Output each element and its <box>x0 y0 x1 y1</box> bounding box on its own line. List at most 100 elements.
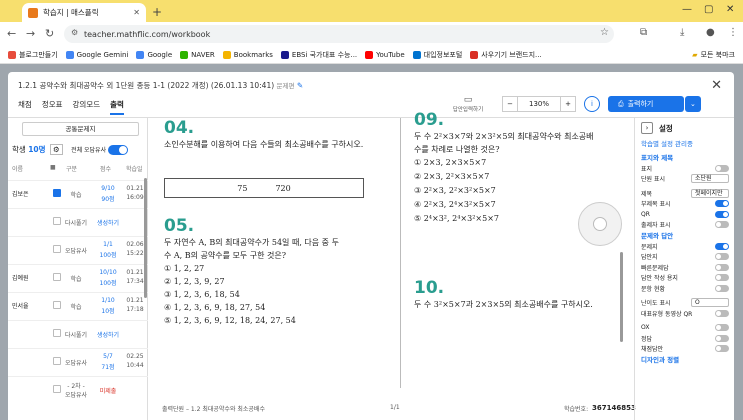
bookmark-item[interactable]: Bookmarks <box>222 50 273 59</box>
modal-close-icon[interactable]: ✕ <box>711 78 722 93</box>
setting-toggle[interactable] <box>715 324 729 331</box>
setting-row: 문항 현황 <box>635 283 735 293</box>
row-score[interactable]: 1/10 <box>92 297 124 304</box>
row-score[interactable]: 1/1 <box>92 241 124 248</box>
row-score[interactable]: 10/10 <box>92 269 124 276</box>
collapse-panel-icon[interactable]: › <box>641 122 653 134</box>
bookmark-label: 블로그만들기 <box>19 50 58 59</box>
setting-select[interactable]: O <box>691 298 729 307</box>
bookmark-favicon-icon <box>222 50 231 59</box>
bookmark-favicon-icon <box>365 50 374 59</box>
footer-page: 1/1 <box>390 404 400 411</box>
menu-icon[interactable]: ⋮ <box>728 27 738 38</box>
row-checkbox[interactable] <box>53 329 61 337</box>
setting-toggle[interactable] <box>715 253 729 260</box>
all-bookmarks[interactable]: ▰ 모든 북마크 <box>692 50 735 60</box>
question-4-value-1: 75 <box>237 183 248 193</box>
bookmarks-bar: 블로그만들기 Google Gemini Google NAVER Bookmarks E… <box>0 46 743 64</box>
site-info-icon[interactable]: ⚙ <box>71 28 78 37</box>
maximize-icon[interactable]: ▢ <box>704 4 713 15</box>
row-score[interactable]: 미제출 <box>92 386 124 395</box>
modal-tab[interactable]: 채점 <box>18 99 32 115</box>
setting-toggle[interactable] <box>715 274 729 281</box>
paper-scrollbar[interactable] <box>620 252 623 342</box>
back-icon[interactable]: ← <box>7 27 16 40</box>
table-row[interactable]: - 2차 - 오답유사 미제출 <box>8 376 148 404</box>
setting-select[interactable]: 소단원 <box>691 174 729 183</box>
setting-row: 표지 <box>635 163 735 173</box>
bookmark-item[interactable]: 사우기기 브랜드지... <box>470 50 542 60</box>
row-score-2: 90점 <box>101 196 115 203</box>
download-icon[interactable]: ⤓ <box>680 27 684 38</box>
bookmark-item[interactable]: Google Gemini <box>65 50 128 59</box>
bookmark-item[interactable]: 대입정보포털 <box>412 50 462 60</box>
edit-icon[interactable]: ✎ <box>297 81 303 90</box>
tool-wheel-icon[interactable] <box>578 202 622 246</box>
bookmark-item[interactable]: NAVER <box>180 50 215 59</box>
table-row[interactable]: 오답유사 5/7 71점 02.25 10:44 <box>8 348 148 376</box>
table-row[interactable]: 김보은 학습 9/10 90점 01.21 16:09 <box>8 180 148 208</box>
modal-title: 1.2.1 공약수와 최대공약수 외 1단원 종등 1-1 (2022 개정) … <box>18 81 304 90</box>
setting-toggle[interactable] <box>715 200 729 207</box>
url-text: teacher.mathflic.com/workbook <box>84 29 211 39</box>
setting-label: 문항 현황 <box>641 285 665 293</box>
settings-icon[interactable]: ⚙ <box>49 144 63 155</box>
minimize-icon[interactable]: — <box>682 4 692 15</box>
setting-label: 채점답안 <box>641 346 664 353</box>
url-field[interactable]: ⚙ teacher.mathflic.com/workbook <box>64 25 614 43</box>
setting-toggle[interactable] <box>715 164 729 172</box>
table-row[interactable]: 민서율 학습 1/10 10점 01.21 17:18 <box>8 292 148 320</box>
question-9-number: 09. <box>414 110 445 130</box>
setting-toggle[interactable] <box>715 263 729 271</box>
row-checkbox[interactable] <box>53 385 61 393</box>
close-tab-icon[interactable]: ✕ <box>133 8 140 17</box>
new-tab-icon[interactable]: + <box>152 5 162 19</box>
extensions-icon[interactable]: ⧉ <box>640 27 647 38</box>
row-checkbox[interactable] <box>53 245 61 253</box>
modal-tab[interactable]: 정오표 <box>42 99 63 115</box>
table-row[interactable]: 다시풀기 생성하기 <box>8 208 148 236</box>
bookmark-item[interactable]: YouTube <box>365 50 405 59</box>
setting-row: 부제목 표시 <box>635 199 735 209</box>
reload-icon[interactable]: ↻ <box>45 27 54 40</box>
row-score[interactable]: 생성하기 <box>92 218 124 227</box>
row-checkbox[interactable] <box>53 273 61 281</box>
row-checkbox[interactable] <box>53 357 61 365</box>
common-sheet-button[interactable]: 공통문제지 <box>22 122 139 136</box>
setting-toggle[interactable] <box>715 284 729 292</box>
setting-toggle[interactable] <box>715 221 729 228</box>
setting-select[interactable]: 첫페이지만 <box>691 188 729 198</box>
choice-item: ① 1, 2, 27 <box>164 264 205 273</box>
profile-avatar[interactable]: ● <box>706 27 715 38</box>
forward-icon[interactable]: → <box>26 27 35 40</box>
setting-toggle[interactable] <box>715 309 729 317</box>
left-scrollbar[interactable] <box>144 178 147 298</box>
print-options-dropdown[interactable]: ⌄ <box>685 96 701 112</box>
setting-label: QR <box>641 210 650 218</box>
row-score[interactable]: 생성하기 <box>92 330 124 339</box>
bookmark-item[interactable]: EBSi 국가대표 수능... <box>280 50 357 60</box>
footer-unit: 출력단원 – 1.2 최대공약수와 최소공배수 <box>162 406 265 413</box>
header-score: 점수 <box>100 166 112 173</box>
setting-toggle[interactable] <box>715 242 729 250</box>
all-wrong-toggle[interactable] <box>108 145 129 155</box>
setting-toggle[interactable] <box>715 345 729 352</box>
row-checkbox[interactable] <box>53 189 61 197</box>
table-row[interactable]: 다시풀기 생성하기 <box>8 320 148 348</box>
bookmark-item[interactable]: Google <box>136 50 172 59</box>
setting-toggle[interactable] <box>715 334 729 342</box>
table-row[interactable]: 오답유사 1/1 100점 02.06 15:22 <box>8 236 148 264</box>
modal-tab[interactable]: 출력 <box>110 99 124 115</box>
row-type: 다시풀기 <box>64 220 88 227</box>
row-checkbox[interactable] <box>53 217 61 225</box>
table-row[interactable]: 김예원 학습 10/10 100점 01.21 17:34 <box>8 264 148 292</box>
bookmark-item[interactable]: 블로그만들기 <box>8 50 58 60</box>
row-score[interactable]: 9/10 <box>92 185 124 192</box>
close-window-icon[interactable]: ✕ <box>726 4 734 15</box>
row-checkbox[interactable] <box>53 301 61 309</box>
modal-tab[interactable]: 강의모드 <box>73 99 101 115</box>
row-score[interactable]: 5/7 <box>92 353 124 360</box>
browser-tab[interactable]: 학습지 | 매스플릭 ✕ <box>22 3 146 22</box>
bookmark-star-icon[interactable]: ☆ <box>600 27 609 38</box>
setting-toggle[interactable] <box>715 210 729 218</box>
